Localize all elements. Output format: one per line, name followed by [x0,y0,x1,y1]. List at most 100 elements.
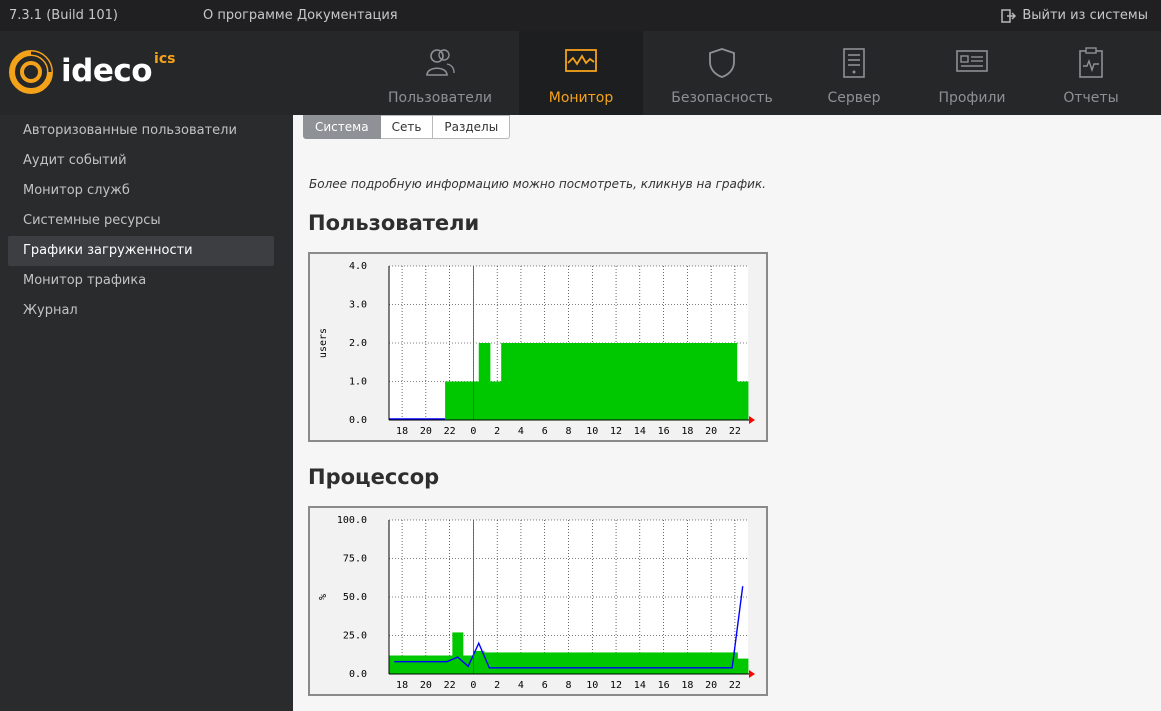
ideco-logo[interactable]: ideco ics [8,49,175,95]
data-bar [452,632,464,674]
data-bar [716,652,728,674]
data-bar [505,652,517,674]
sidebar-item-load-graphs[interactable]: Графики загруженности [8,236,274,266]
users-section-title: Пользователи [308,211,480,235]
logo-ring-icon [9,50,53,94]
data-bar [590,343,603,420]
y-tick-label: 2.0 [349,338,367,349]
data-bar [684,652,696,674]
x-tick-label: 8 [565,680,571,691]
data-bar [557,343,569,420]
y-axis-label: % [318,594,329,600]
docs-link[interactable]: Документация [297,8,398,23]
x-tick-label: 18 [396,426,408,437]
data-bar [725,343,738,420]
data-bar [431,655,443,674]
sidebar-item-traffic-monitor[interactable]: Монитор трафика [8,266,274,296]
sidebar-item-system-resources[interactable]: Системные ресурсы [8,206,274,236]
data-bar [736,381,749,420]
cpu-graph[interactable]: % 0.0 25.0 50.0 75.0 100.0 18 20 22 0 2 4 6 8 10 12 14 16… [308,506,768,696]
y-tick-label: 50.0 [343,592,367,603]
data-bar [635,343,648,420]
data-bar [478,343,491,420]
axis-arrow [749,670,755,678]
data-bar [658,343,670,420]
data-bar [631,652,643,674]
users-graph[interactable]: users 0.0 1.0 2.0 3.0 4.0 18 20 22 0 2 4 6 8 10 12 14 16 1… [308,252,768,442]
version-label: 7.3.1 (Build 101) [9,8,118,23]
main-header: ideco ics Пользователи Монитор Безопасно [0,31,1161,115]
x-tick-label: 4 [518,426,524,437]
y-axis-label: users [318,328,329,358]
cpu-chart-svg: % 0.0 25.0 50.0 75.0 100.0 18 20 22 0 2 4 6 8 10 12 14 16… [318,515,755,691]
x-tick-label: 20 [420,426,432,437]
users-icon [426,49,455,76]
nav-reports-label: Отчеты [1063,90,1119,106]
sidebar-item-journal[interactable]: Журнал [8,296,274,326]
x-tick-label: 12 [610,680,622,691]
x-tick-label: 10 [586,426,598,437]
tab-system[interactable]: Система [303,115,381,139]
x-tick-label: 2 [494,426,500,437]
x-tick-label: 14 [634,680,646,691]
sidebar-item-event-audit[interactable]: Аудит событий [8,146,274,176]
data-bar [674,652,686,674]
tab-partitions[interactable]: Разделы [433,115,511,139]
monitor-icon [565,49,597,72]
nav-monitor-label: Монитор [548,90,614,106]
data-bar [579,343,592,420]
x-tick-label: 18 [396,680,408,691]
tab-network[interactable]: Сеть [380,115,434,139]
y-tick-label: 3.0 [349,300,367,311]
x-tick-label: 20 [420,680,432,691]
nav-reports[interactable]: Отчеты [1029,31,1153,115]
data-bar [445,381,457,420]
data-bar [389,655,400,674]
nav-profiles[interactable]: Профили [910,31,1034,115]
x-tick-label: 0 [470,426,476,437]
data-bar [680,343,693,420]
data-bar [714,343,726,420]
sidebar-item-authorized-users[interactable]: Авторизованные пользователи [8,116,274,146]
x-tick-label: 22 [444,426,456,437]
y-tick-label: 75.0 [343,554,367,565]
shield-icon [709,48,735,78]
sidebar: Авторизованные пользователи Аудит событи… [0,115,293,711]
data-bar [441,655,453,674]
data-bar [546,343,558,420]
nav-monitor[interactable]: Монитор [519,31,643,115]
users-chart-svg: users 0.0 1.0 2.0 3.0 4.0 18 20 22 0 2 4 6 8 10 12 14 16 1… [318,261,755,437]
data-bar [663,652,675,674]
data-bar [494,652,506,674]
logo-text: ideco [61,53,153,89]
data-bar [610,652,622,674]
data-bar [536,652,548,674]
logout-link[interactable]: Выйти из системы [1001,8,1148,23]
x-tick-label: 12 [610,426,622,437]
data-bar [534,343,547,420]
data-bar [642,652,654,674]
data-bar [557,652,569,674]
data-bar [515,652,527,674]
data-bar [703,343,715,420]
nav-server[interactable]: Сервер [792,31,916,115]
x-tick-label: 14 [634,426,646,437]
x-tick-label: 6 [542,426,548,437]
data-bar [737,658,749,674]
plot-area [389,520,748,674]
data-bar [705,652,717,674]
about-link[interactable]: О программе [203,8,293,23]
y-tick-label: 0.0 [349,669,367,680]
data-bar [669,343,682,420]
data-bar [695,652,707,674]
sidebar-item-service-monitor[interactable]: Монитор служб [8,176,274,206]
y-tick-label: 25.0 [343,631,367,642]
data-bar [652,652,664,674]
nav-users[interactable]: Пользователи [378,31,502,115]
hint-text: Более подробную информацию можно посмотр… [309,177,766,191]
axis-arrow [749,416,755,424]
data-bar [523,343,536,420]
data-bar [691,343,704,420]
nav-security[interactable]: Безопасность [660,31,784,115]
logo-suffix: ics [154,51,176,67]
